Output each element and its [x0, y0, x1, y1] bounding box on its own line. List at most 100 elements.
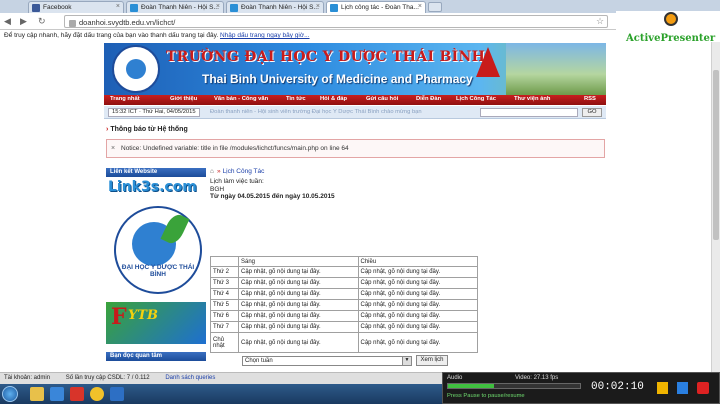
- week-select[interactable]: Chọn tuần ▼: [242, 356, 412, 366]
- schedule-heading: Lịch làm việc tuần:: [210, 178, 264, 185]
- search-go-button[interactable]: GO: [582, 108, 602, 117]
- close-tab-icon[interactable]: ×: [316, 3, 320, 10]
- schedule-main: ⌂» Lịch Công Tác Lịch làm việc tuần: BGH …: [210, 168, 500, 366]
- nav-schedule[interactable]: Lịch Công Tác: [456, 96, 496, 102]
- folder-icon[interactable]: [30, 387, 44, 401]
- nav-qa[interactable]: Hỏi & đáp: [320, 96, 347, 102]
- afternoon-cell[interactable]: Cập nhật, gõ nội dung tại đây.: [357, 310, 478, 322]
- schedule-unit: BGH: [210, 185, 225, 193]
- bookmark-star-icon[interactable]: ☆: [596, 16, 604, 27]
- column-header: [210, 256, 239, 267]
- import-bookmarks-link[interactable]: Nhập dấu trang ngay bây giờ...: [220, 32, 310, 39]
- link3s-banner[interactable]: Link3s.com: [106, 179, 206, 199]
- morning-cell[interactable]: Cập nhật, gõ nội dung tại đây.: [238, 310, 359, 322]
- morning-cell[interactable]: Cập nhật, gõ nội dung tại đây.: [238, 288, 359, 300]
- breadcrumb: ⌂» Lịch Công Tác: [210, 168, 500, 178]
- afternoon-cell[interactable]: Cập nhật, gõ nội dung tại đây.: [357, 266, 478, 278]
- infobar-text: Để truy cập nhanh, hãy đặt dấu trang của…: [4, 32, 219, 39]
- morning-cell[interactable]: Cập nhật, gõ nội dung tại đây.: [238, 299, 359, 311]
- chrome-icon[interactable]: [90, 387, 104, 401]
- column-header: Sáng: [238, 256, 359, 267]
- tab-doan-1[interactable]: Đoàn Thanh Niên - Hội S... ×: [126, 1, 224, 13]
- morning-cell[interactable]: Cập nhật, gõ nội dung tại đây.: [238, 277, 359, 289]
- url-input[interactable]: doanhoi.svydtb.edu.vn/lichct/: [64, 15, 608, 28]
- close-tab-icon[interactable]: ×: [418, 3, 422, 10]
- table-header-row: Sáng Chiều: [210, 256, 478, 267]
- tab-facebook[interactable]: Facebook ×: [28, 1, 124, 13]
- table-row: Chủ nhật Cập nhật, gõ nội dung tại đây. Cậ…: [210, 332, 478, 353]
- campus-photo: [506, 43, 606, 95]
- ytb-letter: F: [111, 304, 127, 330]
- university-big-seal[interactable]: ĐẠI HỌC Y DƯỢC THÁI BÌNH: [106, 202, 206, 298]
- nav-about[interactable]: Giới thiệu: [170, 96, 197, 102]
- address-bar: ◀ ▶ ↻ doanhoi.svydtb.edu.vn/lichct/ ☆: [0, 13, 720, 30]
- forward-arrow-icon[interactable]: ▶: [20, 16, 27, 27]
- day-cell: Thứ 4: [210, 288, 239, 300]
- pause-icon[interactable]: [657, 382, 668, 394]
- day-cell: Thứ 5: [210, 299, 239, 311]
- facebook-icon: [32, 4, 40, 12]
- queries-link[interactable]: Danh sách queries: [165, 375, 215, 381]
- nav-forum[interactable]: Diễn Đàn: [416, 96, 441, 102]
- video-fps: Video: 27.13 fps: [515, 375, 559, 381]
- table-row: Thứ 3 Cập nhật, gõ nội dung tại đây. Cập n…: [210, 277, 478, 289]
- nav-rss[interactable]: RSS: [584, 96, 596, 102]
- table-row: Thứ 6 Cập nhật, gõ nội dung tại đây. Cập n…: [210, 310, 478, 322]
- tab-doan-2[interactable]: Đoàn Thanh Niên - Hội S... ×: [226, 1, 324, 13]
- home-icon[interactable]: ⌂: [210, 168, 214, 175]
- main-nav: Trang nhất Giới thiệu Văn bản - Công văn…: [104, 95, 606, 105]
- morning-cell[interactable]: Cập nhật, gõ nội dung tại đây.: [238, 321, 359, 333]
- tab-lich-cong-tac[interactable]: Lịch công tác - Đoàn Tha... ×: [326, 1, 426, 13]
- welcome-marquee: Đoàn thanh niên - Hội sinh viên trường Đ…: [210, 109, 422, 115]
- recording-toolbar: Audio Video: 27.13 fps Press Pause to pa…: [442, 372, 720, 404]
- afternoon-cell[interactable]: Cập nhật, gõ nội dung tại đây.: [357, 299, 478, 311]
- notice-text: Notice: Undefined variable: title in fil…: [121, 145, 349, 152]
- audio-label: Audio: [447, 375, 463, 381]
- bookmark-infobar: Để truy cập nhanh, hãy đặt dấu trang của…: [0, 30, 620, 42]
- day-cell: Thứ 3: [210, 277, 239, 289]
- afternoon-cell[interactable]: Cập nhật, gõ nội dung tại đây.: [357, 321, 478, 333]
- page-info-icon: [69, 19, 76, 27]
- table-row: Thứ 2 Cập nhật, gõ nội dung tại đây. Cập n…: [210, 266, 478, 278]
- new-tab-button[interactable]: [428, 2, 442, 12]
- stop-icon[interactable]: [677, 382, 688, 394]
- breadcrumb-schedule[interactable]: Lịch Công Tác: [223, 168, 265, 175]
- bullet-icon: ›: [106, 126, 109, 133]
- table-row: Thứ 4 Cập nhật, gõ nội dung tại đây. Cập n…: [210, 288, 478, 300]
- scrollbar-thumb[interactable]: [713, 70, 719, 240]
- query-count: Số lần truy cập CSDL: 7 / 0.112: [65, 375, 150, 381]
- media-icon[interactable]: [70, 387, 84, 401]
- ytb-banner[interactable]: F YTB: [106, 302, 206, 344]
- table-row: Thứ 5 Cập nhật, gõ nội dung tại đây. Cập n…: [210, 299, 478, 311]
- nav-gallery[interactable]: Thư viện ảnh: [514, 96, 550, 102]
- nav-documents[interactable]: Văn bản - Công văn: [214, 96, 268, 102]
- afternoon-cell[interactable]: Cập nhật, gõ nội dung tại đây.: [357, 288, 478, 300]
- start-button[interactable]: [2, 386, 18, 402]
- morning-cell[interactable]: Cập nhật, gõ nội dung tại đây.: [238, 332, 359, 353]
- seal-text: ĐẠI HỌC Y DƯỢC THÁI BÌNH: [121, 264, 195, 278]
- close-notice-icon[interactable]: ×: [111, 145, 115, 152]
- breadcrumb-separator-icon: »: [216, 168, 221, 175]
- back-arrow-icon[interactable]: ◀: [4, 16, 11, 27]
- afternoon-cell[interactable]: Cập nhật, gõ nội dung tại đây.: [357, 277, 478, 289]
- page-scrollbar[interactable]: [711, 42, 720, 372]
- ie-icon[interactable]: [50, 387, 64, 401]
- site-favicon: [230, 4, 238, 12]
- morning-cell[interactable]: Cập nhật, gõ nội dung tại đây.: [238, 266, 359, 278]
- nav-home[interactable]: Trang nhất: [110, 96, 140, 102]
- nav-news[interactable]: Tin tức: [286, 96, 306, 102]
- site-search-input[interactable]: [480, 108, 578, 117]
- word-icon[interactable]: [110, 387, 124, 401]
- nav-ask[interactable]: Gửi câu hỏi: [366, 96, 398, 102]
- login-status: Tài khoản: admin: [4, 375, 51, 381]
- close-tab-icon[interactable]: ×: [116, 3, 120, 10]
- view-schedule-button[interactable]: Xem lịch: [416, 355, 448, 366]
- afternoon-cell[interactable]: Cập nhật, gõ nội dung tại đây.: [357, 332, 478, 353]
- site-banner: TRƯỜNG ĐẠI HỌC Y DƯỢC THÁI BÌNH Thai Bin…: [104, 43, 606, 95]
- reload-icon[interactable]: ↻: [38, 16, 46, 27]
- column-header: Chiều: [357, 256, 478, 267]
- close-tab-icon[interactable]: ×: [216, 3, 220, 10]
- pause-hint: Press Pause to pause/resume: [447, 393, 525, 399]
- table-row: Thứ 7 Cập nhật, gõ nội dung tại đây. Cập n…: [210, 321, 478, 333]
- record-icon[interactable]: [697, 382, 709, 394]
